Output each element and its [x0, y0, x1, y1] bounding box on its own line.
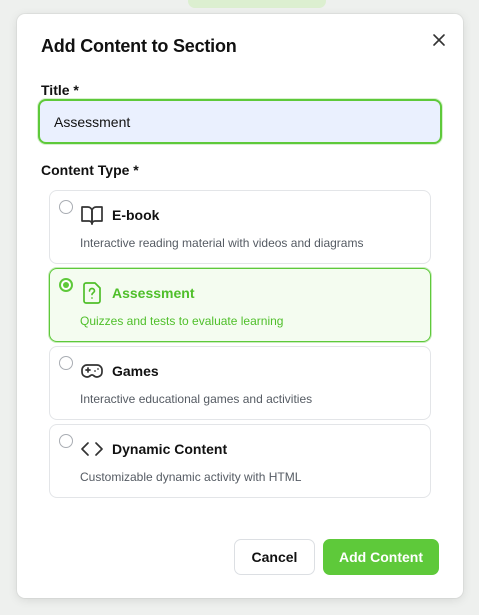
- content-type-option-games[interactable]: Games Interactive educational games and …: [49, 346, 431, 420]
- close-icon: [433, 34, 445, 46]
- file-question-icon: [83, 282, 101, 304]
- add-content-dialog: Add Content to Section Title * Content T…: [17, 14, 463, 598]
- cancel-button[interactable]: Cancel: [234, 539, 315, 575]
- radio-games[interactable]: [59, 356, 73, 370]
- option-title: Dynamic Content: [112, 441, 228, 457]
- close-button[interactable]: [429, 30, 449, 50]
- title-input[interactable]: [38, 99, 442, 144]
- option-description: Interactive reading material with videos…: [80, 236, 364, 250]
- content-type-option-dynamic[interactable]: Dynamic Content Customizable dynamic act…: [49, 424, 431, 498]
- option-description: Quizzes and tests to evaluate learning: [80, 314, 284, 328]
- option-title: E-book: [112, 207, 160, 223]
- title-label: Title *: [41, 82, 79, 98]
- content-type-label: Content Type *: [41, 162, 139, 178]
- option-description: Interactive educational games and activi…: [80, 392, 313, 406]
- radio-ebook[interactable]: [59, 200, 73, 214]
- option-title: Assessment: [112, 285, 195, 301]
- content-type-options: E-book Interactive reading material with…: [49, 190, 431, 502]
- radio-assessment[interactable]: [59, 278, 73, 292]
- code-icon: [81, 442, 103, 456]
- content-type-option-ebook[interactable]: E-book Interactive reading material with…: [49, 190, 431, 264]
- background-element: [188, 0, 326, 8]
- add-content-button[interactable]: Add Content: [323, 539, 439, 575]
- book-open-icon: [81, 206, 103, 225]
- dialog-title: Add Content to Section: [41, 36, 237, 56]
- option-description: Customizable dynamic activity with HTML: [80, 470, 302, 484]
- radio-dynamic[interactable]: [59, 434, 73, 448]
- option-title: Games: [112, 363, 159, 379]
- content-type-option-assessment[interactable]: Assessment Quizzes and tests to evaluate…: [49, 268, 431, 342]
- gamepad-icon: [81, 364, 103, 378]
